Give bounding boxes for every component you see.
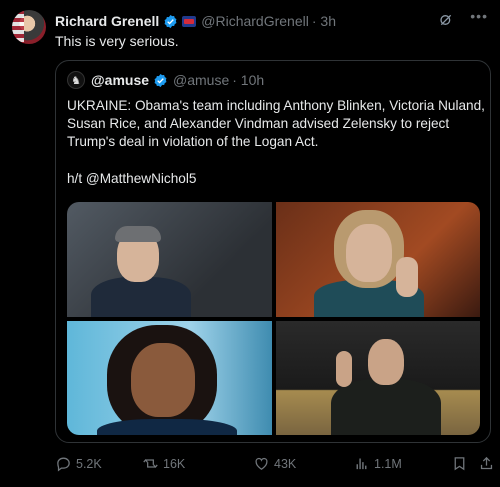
quoted-post[interactable]: ♞ @amuse @amuse · 10h UKRAINE: Obama's t…	[55, 60, 491, 443]
quoted-text-credit[interactable]: h/t @MatthewNichol5	[67, 170, 487, 188]
share-button[interactable]	[478, 455, 499, 472]
post-time[interactable]: · 3h	[312, 13, 336, 29]
reply-count: 5.2K	[76, 456, 102, 471]
photo-2[interactable]	[276, 202, 480, 317]
share-icon	[480, 456, 493, 470]
author-handle[interactable]: @RichardGrenell	[201, 13, 309, 29]
reply-button[interactable]: 5.2K	[55, 455, 102, 472]
quoted-post-text: UKRAINE: Obama's team including Anthony …	[67, 97, 487, 206]
quoted-author-avatar[interactable]: ♞	[67, 71, 85, 89]
repost-icon	[143, 458, 158, 469]
affiliation-badge-icon[interactable]	[182, 15, 197, 27]
verified-badge-icon	[164, 14, 177, 28]
verified-badge-icon	[154, 73, 167, 87]
quoted-author-name[interactable]: @amuse	[91, 72, 149, 88]
repost-button[interactable]: 16K	[142, 455, 185, 472]
photo-3[interactable]	[67, 321, 272, 435]
quoted-post-time[interactable]: · 10h	[232, 72, 264, 88]
author-name[interactable]: Richard Grenell	[55, 13, 159, 29]
views-icon	[356, 458, 367, 470]
reply-icon	[57, 457, 70, 472]
like-count: 43K	[274, 456, 297, 471]
quoted-text-main: UKRAINE: Obama's team including Anthony …	[67, 98, 485, 150]
like-button[interactable]: 43K	[253, 455, 296, 472]
post-header: Richard Grenell @RichardGrenell · 3h •••	[55, 8, 488, 30]
photo-4[interactable]	[276, 321, 480, 435]
action-bar: 5.2K 16K 43K 1.1M	[55, 455, 493, 473]
photo-1[interactable]	[67, 202, 272, 317]
quoted-author-handle[interactable]: @amuse	[173, 72, 229, 88]
bookmark-icon	[454, 457, 465, 471]
repost-count: 16K	[163, 456, 186, 471]
views-button[interactable]: 1.1M	[353, 455, 402, 472]
like-icon	[255, 457, 268, 470]
quoted-post-header: ♞ @amuse @amuse · 10h	[67, 71, 264, 89]
bookmark-button[interactable]	[451, 455, 472, 472]
post-text: This is very serious.	[55, 33, 179, 49]
grok-icon[interactable]	[438, 12, 454, 28]
view-count: 1.1M	[374, 456, 402, 471]
author-avatar[interactable]	[12, 10, 46, 44]
more-icon[interactable]: •••	[470, 8, 488, 24]
photo-grid	[67, 202, 480, 435]
